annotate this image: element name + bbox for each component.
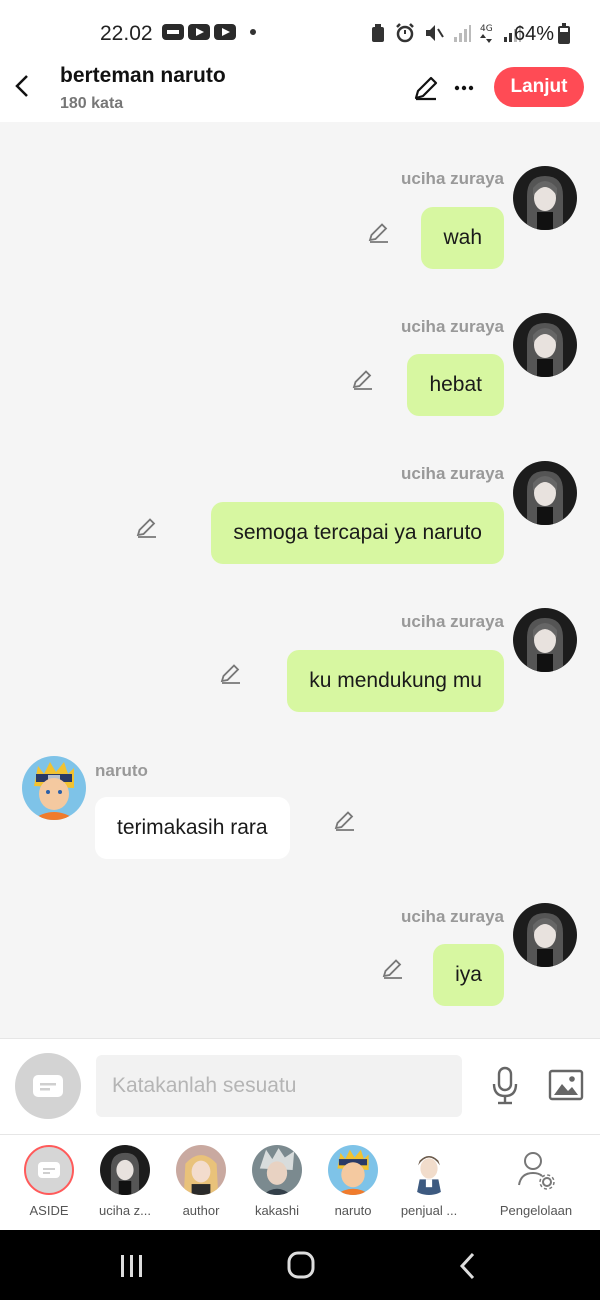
manage-characters-button[interactable]: Pengelolaan	[496, 1145, 576, 1218]
uciha-zuraya-avatar[interactable]	[513, 461, 577, 525]
youtube-icon	[214, 24, 236, 40]
character-label: penjual ...	[400, 1203, 458, 1218]
message-composer	[0, 1038, 600, 1134]
message-bubble[interactable]: terimakasih rara	[95, 797, 290, 859]
author-avatar	[176, 1145, 226, 1195]
character-label: kakashi	[254, 1203, 300, 1218]
sender-name: uciha zuraya	[401, 907, 504, 926]
edit-message-icon[interactable]	[134, 514, 160, 540]
edit-message-icon[interactable]	[218, 660, 244, 686]
character-label: ASIDE	[29, 1203, 69, 1218]
character-naruto[interactable]: naruto	[313, 1145, 393, 1218]
notification-icons	[162, 24, 256, 40]
character-uciha-zuraya[interactable]: uciha z...	[85, 1145, 165, 1218]
sender-name: uciha zuraya	[401, 464, 504, 483]
character-label: naruto	[334, 1203, 372, 1218]
character-penjual[interactable]: penjual ...	[389, 1145, 469, 1218]
system-icons: 4G	[370, 22, 521, 44]
uciha-zuraya-avatar[interactable]	[513, 313, 577, 377]
message-bubble[interactable]: hebat	[407, 354, 504, 416]
more-options-icon[interactable]	[452, 74, 476, 102]
character-aside[interactable]: ASIDE	[9, 1145, 89, 1218]
edit-message-icon[interactable]	[350, 366, 376, 392]
message-bubble[interactable]: semoga tercapai ya naruto	[211, 502, 504, 564]
recent-apps-icon[interactable]	[112, 1250, 152, 1282]
story-title: berteman naruto	[60, 64, 226, 87]
uciha-zuraya-avatar[interactable]	[513, 608, 577, 672]
character-label: author	[182, 1203, 220, 1218]
character-selector: ASIDE uciha z... author kakashi naruto p…	[0, 1134, 600, 1230]
svg-text:4G: 4G	[480, 24, 493, 34]
aside-toggle-button[interactable]	[15, 1053, 81, 1119]
sender-name: uciha zuraya	[401, 169, 504, 188]
chat-story-editor: 22.02 4G 64% berteman naruto 180 kata La…	[0, 0, 600, 1300]
aside-icon	[24, 1145, 74, 1195]
edit-message-icon[interactable]	[332, 807, 358, 833]
sender-name: naruto	[95, 761, 148, 780]
back-icon[interactable]	[449, 1250, 489, 1282]
recycle-icon	[372, 24, 384, 42]
aside-icon	[33, 1075, 63, 1097]
character-label: uciha z...	[98, 1203, 152, 1218]
continue-button[interactable]: Lanjut	[494, 67, 584, 107]
more-notifications-dot	[250, 29, 256, 35]
back-arrow-icon[interactable]	[12, 72, 34, 100]
youtube-icon	[188, 24, 210, 40]
edit-message-icon[interactable]	[366, 219, 392, 245]
message-input[interactable]	[96, 1055, 462, 1117]
status-bar: 22.02 4G 64%	[0, 0, 600, 60]
sender-name: uciha zuraya	[401, 612, 504, 631]
manage-characters-icon	[518, 1152, 555, 1190]
word-count: 180 kata	[60, 95, 124, 112]
chat-area[interactable]: uciha zuraya wah uciha zuraya hebat ucih…	[0, 122, 600, 1038]
webtoon-icon	[162, 24, 184, 40]
naruto-avatar	[328, 1145, 378, 1195]
message-bubble[interactable]: iya	[433, 944, 504, 1006]
battery-percent: 64%	[514, 23, 555, 45]
kakashi-avatar	[252, 1145, 302, 1195]
image-icon[interactable]	[548, 1069, 584, 1101]
character-label: Pengelolaan	[499, 1203, 573, 1218]
microphone-icon[interactable]	[490, 1066, 520, 1106]
penjual-avatar	[404, 1145, 454, 1195]
sender-name: uciha zuraya	[401, 317, 504, 336]
uciha-zuraya-avatar	[100, 1145, 150, 1195]
uciha-zuraya-avatar[interactable]	[513, 166, 577, 230]
naruto-avatar[interactable]	[22, 756, 86, 820]
message-bubble[interactable]: wah	[421, 207, 504, 269]
edit-message-icon[interactable]	[380, 955, 406, 981]
status-time: 22.02	[100, 22, 153, 45]
character-kakashi[interactable]: kakashi	[237, 1145, 317, 1218]
4g-icon: 4G	[480, 24, 493, 43]
system-navigation-bar	[0, 1230, 600, 1300]
header-bar: berteman naruto 180 kata Lanjut	[0, 60, 600, 122]
mute-icon	[426, 25, 444, 41]
battery-icon	[558, 23, 570, 44]
uciha-zuraya-avatar[interactable]	[513, 903, 577, 967]
signal-icon	[454, 25, 471, 42]
message-bubble[interactable]: ku mendukung mu	[287, 650, 504, 712]
edit-pen-icon[interactable]	[412, 74, 440, 102]
home-icon[interactable]	[281, 1250, 321, 1282]
alarm-icon	[396, 23, 414, 43]
character-author[interactable]: author	[161, 1145, 241, 1218]
